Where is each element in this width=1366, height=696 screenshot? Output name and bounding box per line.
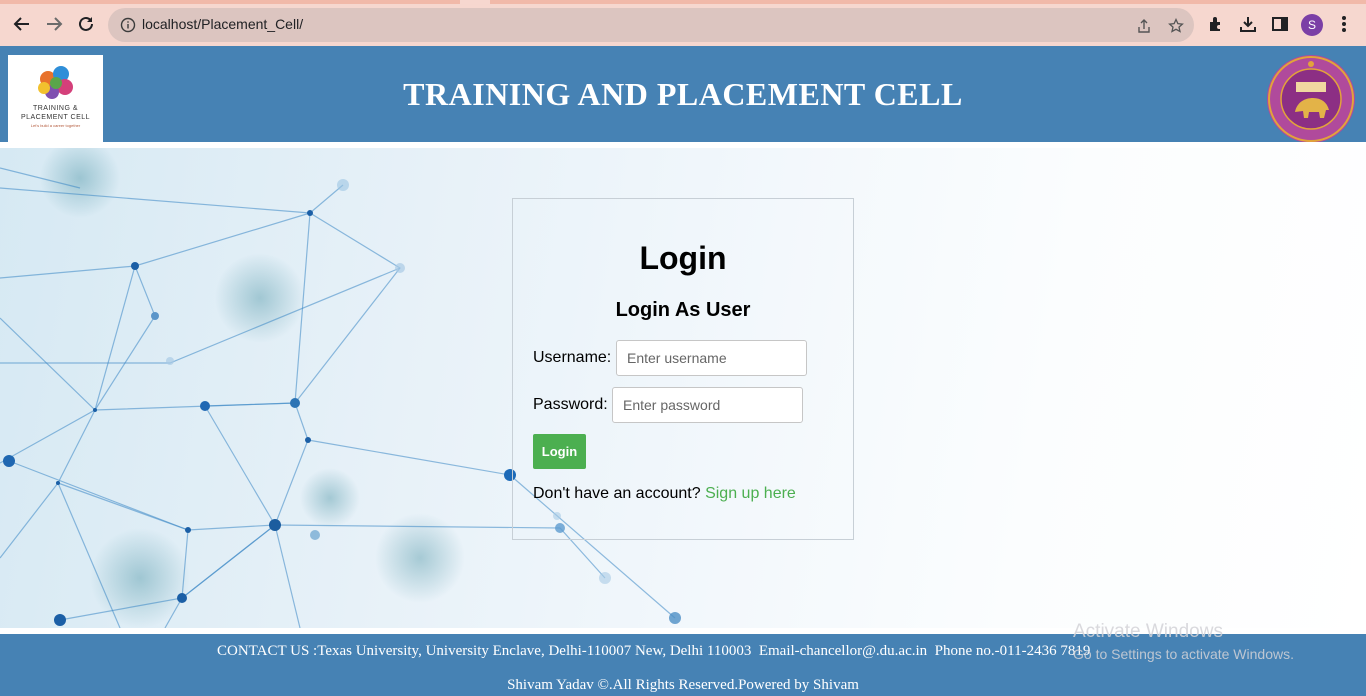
password-input[interactable] [612,387,803,423]
activate-windows-title: Activate Windows [1073,621,1223,642]
browser-toolbar: localhost/Placement_Cell/ S [0,0,1366,46]
signup-prompt-text: Don't have an account? [533,485,701,502]
password-label: Password: [533,396,608,413]
username-label: Username: [533,349,612,366]
download-icon[interactable] [1238,14,1258,34]
logo-text-line2: PLACEMENT CELL [20,114,91,121]
logo-tagline: Let's build a career together [30,123,81,128]
login-subheading: Login As User [615,299,751,321]
footer-copyright: Shivam Yadav ©.All Rights Reserved.Power… [507,677,859,693]
tab-strip [0,0,1366,4]
signup-prompt: Don't have an account? Sign up here [533,485,796,503]
login-heading: Login [639,240,727,276]
signup-link[interactable]: Sign up here [705,485,796,502]
footer-contact: CONTACT US :Texas University, University… [217,643,1091,659]
address-bar[interactable]: localhost/Placement_Cell/ [108,8,1194,42]
site-footer: CONTACT US :Texas University, University… [0,634,1366,696]
avatar[interactable]: S [1301,14,1323,36]
login-button[interactable]: Login [533,434,586,469]
site-header: TRAINING & PLACEMENT CELL Let's build a … [0,46,1366,146]
activate-windows-subtitle: Go to Settings to activate Windows. [1073,646,1294,662]
info-icon[interactable] [120,17,136,33]
side-panel-icon[interactable] [1270,14,1290,34]
login-card: Login Login As User Username: Password: … [512,198,854,540]
university-seal-logo [1267,55,1355,143]
extensions-icon[interactable] [1206,14,1226,34]
page-title: TRAINING AND PLACEMENT CELL [403,76,963,112]
url-text[interactable]: localhost/Placement_Cell/ [142,16,303,32]
back-arrow-icon[interactable] [8,10,36,38]
username-input[interactable] [616,340,807,376]
share-icon[interactable] [1134,16,1154,36]
star-icon[interactable] [1166,16,1186,36]
forward-arrow-icon[interactable] [40,10,68,38]
menu-dots-icon[interactable] [1334,14,1354,34]
reload-icon[interactable] [72,10,100,38]
